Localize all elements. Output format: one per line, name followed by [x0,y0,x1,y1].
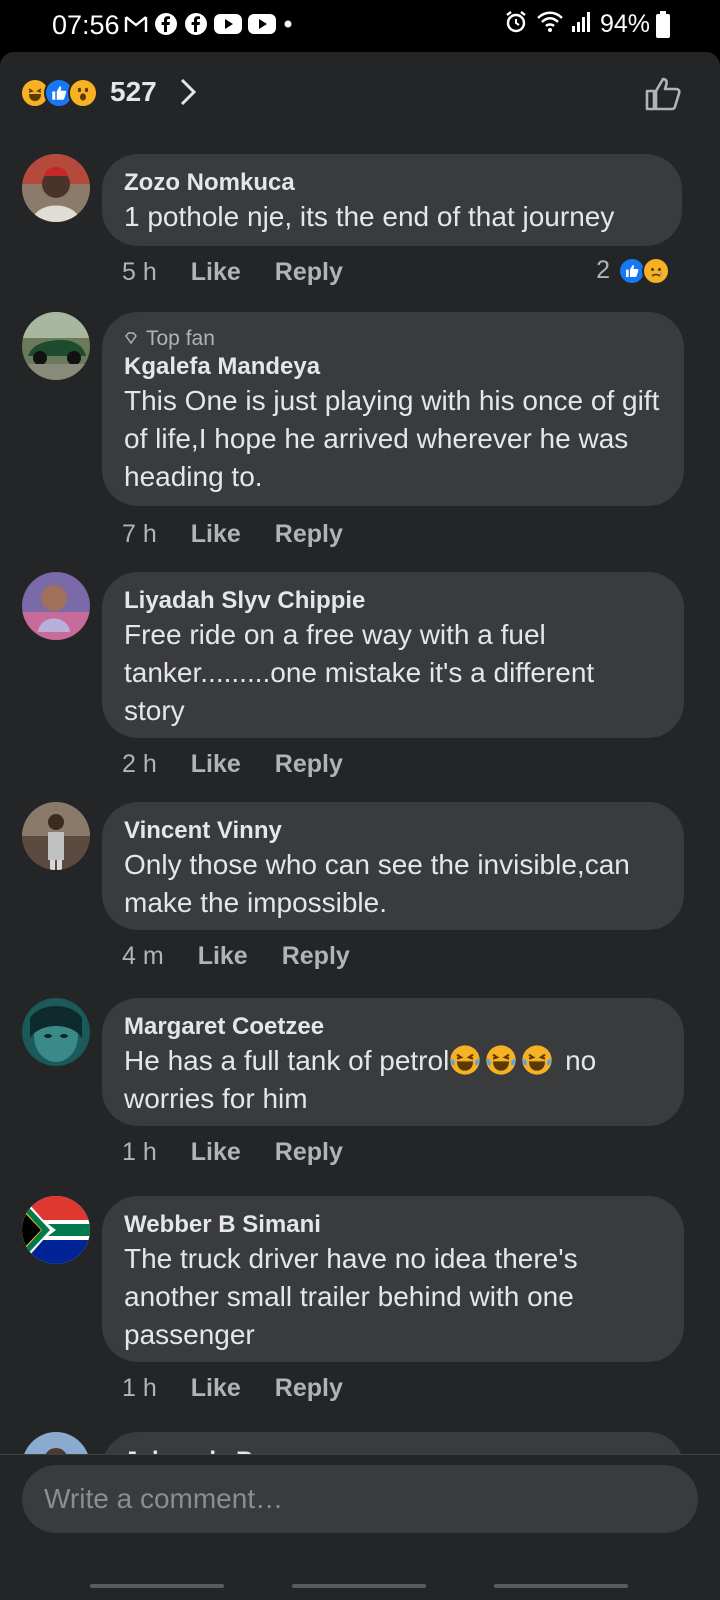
nav-gesture-bar [90,1584,224,1588]
comment-text: He has a full tank of petrol no worries … [124,1042,662,1118]
sad-reaction-icon [642,256,670,285]
comments-sheet: 527 Zozo Nomkuca 1 pothole nje, its the … [0,52,720,1600]
reactions-summary[interactable]: 527 [0,52,720,132]
reply-button[interactable]: Reply [275,1374,343,1403]
comment-actions: 1 h Like Reply [122,1138,343,1167]
comment-author[interactable]: Zozo Nomkuca [124,168,660,198]
comment-text: 1 pothole nje, its the end of that journ… [124,201,615,232]
dot-icon [282,12,294,36]
status-time: 07:56 [52,10,120,40]
like-button[interactable]: Like [198,942,248,971]
comment-author[interactable]: Webber B Simani [124,1210,662,1240]
notification-icons [124,12,294,36]
comment-time: 7 h [122,520,157,548]
comment-actions: 2 h Like Reply [122,750,343,779]
alarm-icon [504,10,528,39]
diamond-icon [124,326,138,352]
comment-text-start: He has a full tank of petrol [124,1045,450,1076]
comment-time: 2 h [122,750,157,778]
top-fan-badge: Top fan [124,326,662,352]
comment-composer [0,1454,720,1554]
nav-gesture-bar [494,1584,628,1588]
avatar[interactable] [22,572,90,640]
comment-time: 1 h [122,1374,157,1402]
battery-icon [656,11,670,38]
signal-icon [571,10,592,39]
comment-text: This One is just playing with his once o… [124,385,660,492]
youtube-icon [248,12,276,36]
status-right: 94% [504,10,650,39]
like-button[interactable]: Like [191,1374,241,1403]
facebook-icon [154,12,178,36]
facebook-icon [184,12,208,36]
like-button[interactable]: Like [191,750,241,779]
comment-text: The truck driver have no idea there's an… [124,1243,578,1350]
reaction-icons [20,78,98,108]
gmail-icon [124,12,148,36]
comment-actions: 7 h Like Reply [122,520,343,549]
comment-bubble[interactable]: Margaret Coetzee He has a full tank of p… [102,998,684,1126]
tears-of-joy-emoji-icon [450,1045,480,1075]
comment-bubble[interactable]: Liyadah Slyv Chippie Free ride on a free… [102,572,684,738]
reply-button[interactable]: Reply [275,520,343,549]
comment-time: 5 h [122,258,157,286]
status-bar: 07:56 94% [0,0,720,52]
reply-button[interactable]: Reply [275,750,343,779]
avatar[interactable] [22,998,90,1066]
comment-actions: 5 h Like Reply [122,258,343,287]
comment-author[interactable]: Vincent Vinny [124,816,662,846]
like-button[interactable]: Like [191,1138,241,1167]
comment-reactions[interactable]: 2 [596,256,670,285]
comment-bubble[interactable]: Webber B Simani The truck driver have no… [102,1196,684,1362]
comment-bubble[interactable]: Zozo Nomkuca 1 pothole nje, its the end … [102,154,682,246]
comment-text: Free ride on a free way with a fuel tank… [124,619,595,726]
comment-bubble[interactable]: Vincent Vinny Only those who can see the… [102,802,684,930]
comment-author[interactable]: Kgalefa Mandeya [124,352,662,382]
nav-gesture-bar [292,1584,426,1588]
tears-of-joy-emoji-icon [522,1045,552,1075]
south-africa-flag-icon [22,1196,90,1264]
like-outline-icon[interactable] [644,76,682,117]
badge-label: Top fan [146,327,215,350]
like-button[interactable]: Like [191,258,241,287]
reaction-count: 527 [110,76,157,107]
chevron-right-icon[interactable] [178,76,198,113]
comment-author[interactable]: Margaret Coetzee [124,1012,662,1042]
avatar[interactable] [22,312,90,380]
battery-percent: 94% [599,10,650,38]
comment-time: 4 m [122,942,164,970]
tears-of-joy-emoji-icons [449,1045,557,1076]
comment-actions: 4 m Like Reply [122,942,350,971]
reply-button[interactable]: Reply [275,1138,343,1167]
comment-text: Only those who can see the invisible,can… [124,849,630,918]
wifi-icon [536,10,564,39]
reply-button[interactable]: Reply [282,942,350,971]
write-comment-input[interactable] [22,1465,698,1533]
reply-button[interactable]: Reply [275,258,343,287]
comment-bubble[interactable]: Top fan Kgalefa Mandeya This One is just… [102,312,684,506]
comment-author[interactable]: Liyadah Slyv Chippie [124,586,662,616]
like-button[interactable]: Like [191,520,241,549]
comment-time: 1 h [122,1138,157,1166]
tears-of-joy-emoji-icon [486,1045,516,1075]
youtube-icon [214,12,242,36]
avatar[interactable] [22,154,90,222]
avatar[interactable] [22,1196,90,1264]
comment-reaction-count: 2 [596,256,610,284]
avatar[interactable] [22,802,90,870]
wow-reaction-icon [68,78,98,108]
comment-actions: 1 h Like Reply [122,1374,343,1403]
